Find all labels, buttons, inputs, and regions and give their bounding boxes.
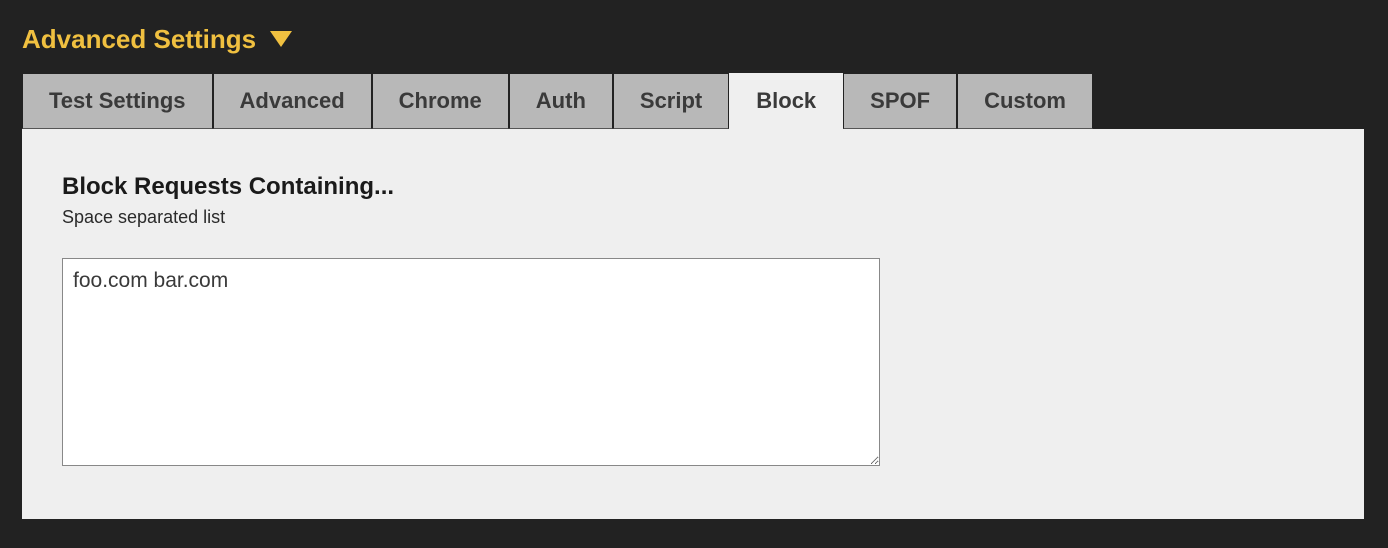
tab-content-panel: Block Requests Containing... Space separ…: [22, 129, 1364, 519]
tab-script[interactable]: Script: [613, 73, 729, 129]
tab-spof[interactable]: SPOF: [843, 73, 957, 129]
tab-custom[interactable]: Custom: [957, 73, 1093, 129]
advanced-settings-header[interactable]: Advanced Settings: [0, 0, 1388, 73]
section-subtitle: Space separated list: [62, 207, 1324, 228]
tab-block[interactable]: Block: [729, 73, 843, 129]
tabs-bar: Test Settings Advanced Chrome Auth Scrip…: [22, 73, 1388, 129]
block-requests-textarea[interactable]: [62, 258, 880, 466]
tab-advanced[interactable]: Advanced: [213, 73, 372, 129]
chevron-down-icon: [270, 31, 292, 49]
tab-test-settings[interactable]: Test Settings: [22, 73, 213, 129]
tab-auth[interactable]: Auth: [509, 73, 613, 129]
page-title: Advanced Settings: [22, 24, 256, 55]
section-title: Block Requests Containing...: [62, 173, 1324, 201]
tab-chrome[interactable]: Chrome: [372, 73, 509, 129]
